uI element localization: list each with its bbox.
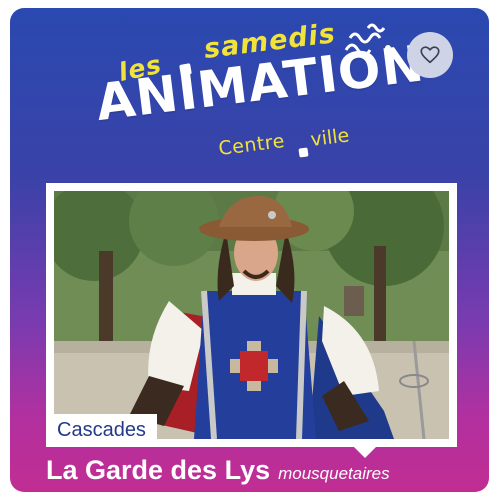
favorite-button[interactable]: [407, 32, 453, 78]
location-label: Cascades: [46, 414, 157, 447]
event-title[interactable]: La Garde des Lys: [46, 455, 270, 486]
event-card[interactable]: les samedis ANIMATION Centre ville Casca…: [10, 8, 489, 492]
event-photo-frame: [46, 183, 457, 447]
heart-outline-icon: [420, 46, 440, 64]
musketeer-illustration: [54, 191, 449, 439]
logo-dot-small: [298, 147, 309, 158]
logo-ville: ville: [309, 124, 351, 151]
logo-centre: Centre: [217, 130, 287, 160]
event-subtitle: mousquetaires: [278, 464, 390, 483]
event-photo[interactable]: [54, 191, 449, 439]
event-title-row: La Garde des Lys mousquetaires: [46, 455, 390, 486]
